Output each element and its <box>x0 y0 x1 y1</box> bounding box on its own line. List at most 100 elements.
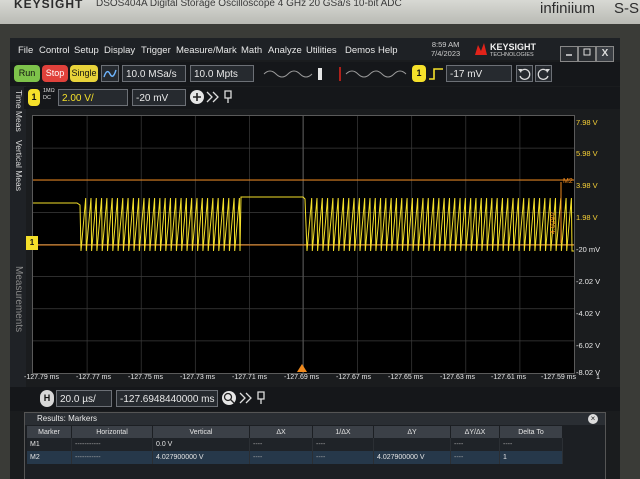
marker-delta-label: 4.028V <box>550 211 557 234</box>
redo-button[interactable] <box>535 65 552 82</box>
results-title: Results: Markers <box>25 413 605 425</box>
bezel-edge-text: S-S <box>614 0 640 17</box>
table-row[interactable]: M1 ----------- 0.0 V ---- ---- ---- ---- <box>27 438 563 451</box>
menu-control[interactable]: Control <box>39 45 70 56</box>
scope-screen: File Control Setup Display Trigger Measu… <box>10 38 620 479</box>
single-button[interactable]: Single <box>70 65 98 82</box>
column-header: 1/ΔX <box>312 426 374 438</box>
vertical-cell: 0.0 V <box>152 438 250 451</box>
expand-icon[interactable] <box>206 91 220 103</box>
menu-help[interactable]: Help <box>378 45 398 56</box>
clock-date: 7/4/2023 <box>431 49 461 58</box>
trigger-channel-badge[interactable]: 1 <box>412 65 426 82</box>
trigger-position-marker[interactable] <box>297 364 307 372</box>
channel1-impedance: 1MΩ <box>43 88 55 94</box>
results-table: Marker Horizontal Vertical ΔX 1/ΔX ΔY ΔY… <box>27 426 563 464</box>
autoscale-icon <box>103 69 117 78</box>
bezel-brand: KEYSIGHT <box>14 0 84 11</box>
menu-display[interactable]: Display <box>104 45 135 56</box>
rising-edge-icon[interactable] <box>428 66 444 82</box>
bezel-model: DSOS404A Digital Storage Oscilloscope 4 … <box>96 0 402 9</box>
channel1-scale-field[interactable]: 2.00 V/ <box>58 89 128 106</box>
marker-name-cell: M2 <box>27 451 72 464</box>
inverse-delta-x-cell: ---- <box>312 451 374 464</box>
close-button[interactable]: X <box>596 46 614 62</box>
sample-rate-field[interactable]: 10.0 MSa/s <box>122 65 186 82</box>
column-header: ΔY <box>373 426 451 438</box>
y-tick: 1.98 V <box>576 213 598 222</box>
pin-icon[interactable] <box>255 391 267 405</box>
channel1-coupling[interactable]: 1MΩ DC <box>43 88 55 102</box>
plus-icon <box>193 93 201 101</box>
redo-icon <box>537 68 550 80</box>
channel1-badge[interactable]: 1 <box>28 89 40 106</box>
y-tick: -2.02 V <box>576 277 601 286</box>
ground-reference-marker[interactable]: 1 <box>26 236 38 250</box>
delta-y-cell <box>373 438 451 451</box>
y-axis-labels: 7.98 V 5.98 V 3.98 V 1.98 V -20 mV -2.02… <box>576 115 620 380</box>
x-tick: -127.77 ms <box>76 374 112 381</box>
table-header: Marker Horizontal Vertical ΔX 1/ΔX ΔY ΔY… <box>27 426 563 438</box>
brand-sub: TECHNOLOGIES <box>490 52 534 58</box>
horizontal-badge[interactable]: H <box>40 390 54 407</box>
pin-icon[interactable] <box>222 90 234 104</box>
marker-m2-label: M2 <box>563 178 573 185</box>
horizontal-scale-field[interactable]: 20.0 µs/ <box>56 390 112 407</box>
restore-icon <box>583 48 591 56</box>
column-header: Vertical <box>152 426 250 438</box>
tab-vertical-meas[interactable]: Vertical Meas <box>12 140 24 191</box>
column-header: Marker <box>27 426 72 438</box>
results-close-button[interactable]: × <box>588 414 598 424</box>
bezel-top-strip: KEYSIGHT DSOS404A Digital Storage Oscill… <box>0 0 640 24</box>
run-button[interactable]: Run <box>14 65 40 82</box>
zoom-icon <box>223 392 235 404</box>
x-tick: -127.73 ms <box>180 374 216 381</box>
results-panel: Results: Markers × Marker Horizontal Ver… <box>24 412 606 479</box>
column-header: ΔX <box>249 426 313 438</box>
delta-y-over-delta-x-cell: ---- <box>450 451 500 464</box>
add-channel-button[interactable] <box>190 90 204 104</box>
menu-demos[interactable]: Demos <box>345 45 375 56</box>
x-tick: -127.59 ms <box>541 374 577 381</box>
inverse-delta-x-cell: ---- <box>312 438 374 451</box>
zoom-button[interactable] <box>222 391 236 405</box>
restore-button[interactable] <box>578 46 596 62</box>
memory-depth-field[interactable]: 10.0 Mpts <box>190 65 254 82</box>
menu-trigger[interactable]: Trigger <box>141 45 171 56</box>
minimize-button[interactable] <box>560 46 578 62</box>
horizontal-toolbar: H 20.0 µs/ -127.6948440000 ms <box>10 387 620 411</box>
column-header: Horizontal <box>71 426 153 438</box>
y-tick: -4.02 V <box>576 309 601 318</box>
delta-x-cell: ---- <box>249 438 313 451</box>
tab-time-meas[interactable]: Time Meas <box>12 90 24 132</box>
vertical-cell: 4.027900000 V <box>152 451 250 464</box>
trigger-level-field[interactable]: -17 mV <box>446 65 512 82</box>
expand-icon[interactable] <box>239 392 253 404</box>
column-header: ΔY/ΔX <box>450 426 500 438</box>
y-tick: 3.98 V <box>576 181 598 190</box>
waveform-canvas: 4.028V M2 <box>33 116 574 373</box>
delta-y-over-delta-x-cell: ---- <box>450 438 500 451</box>
menu-math[interactable]: Math <box>241 45 262 56</box>
bezel-series: infiniium <box>540 0 596 17</box>
menu-file[interactable]: File <box>18 45 33 56</box>
undo-button[interactable] <box>516 65 533 82</box>
menu-utilities[interactable]: Utilities <box>306 45 337 56</box>
menu-analyze[interactable]: Analyze <box>268 45 302 56</box>
channel1-offset-field[interactable]: -20 mV <box>132 89 186 106</box>
timebase-overview-icon <box>263 67 407 81</box>
autoscale-button[interactable] <box>101 65 119 82</box>
x-tick: -127.61 ms <box>491 374 527 381</box>
x-tick: -127.63 ms <box>440 374 476 381</box>
menu-measure-mark[interactable]: Measure/Mark <box>176 45 237 56</box>
delta-to-cell: ---- <box>499 438 563 451</box>
tab-measurements[interactable]: Measurements <box>12 266 24 332</box>
horizontal-position-field[interactable]: -127.6948440000 ms <box>116 390 218 407</box>
waveform-plot[interactable]: 4.028V M2 1 <box>26 115 575 374</box>
menu-setup[interactable]: Setup <box>74 45 99 56</box>
marker-name-cell: M1 <box>27 438 72 451</box>
table-row[interactable]: M2 ----------- 4.027900000 V ---- ---- 4… <box>27 451 563 464</box>
side-tabs: Time Meas Vertical Meas Measurements <box>10 86 26 411</box>
stop-button[interactable]: Stop <box>42 65 68 82</box>
delta-x-cell: ---- <box>249 451 313 464</box>
